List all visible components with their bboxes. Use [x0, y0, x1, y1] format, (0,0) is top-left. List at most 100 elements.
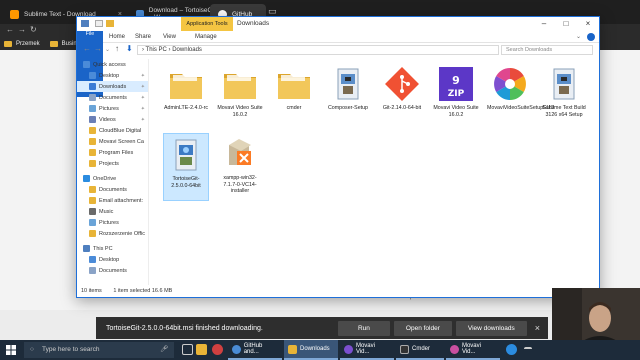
maximize-icon[interactable]: □ — [555, 17, 577, 31]
folder-icon — [4, 41, 12, 47]
back-icon[interactable]: ← — [83, 44, 91, 53]
nav-item[interactable]: Desktop ✦ — [77, 70, 148, 81]
up-icon[interactable]: ↑ — [115, 44, 119, 53]
file-name: TortoiseGit-2.5.0.0-64bit — [171, 176, 201, 189]
tray-chevron-icon[interactable] — [524, 347, 532, 353]
folder-icon — [89, 219, 96, 226]
taskbar-app-movavi-2[interactable]: Movavi Vid... — [446, 340, 500, 360]
presenter-video — [552, 288, 640, 344]
nav-item[interactable]: Program Files — [77, 147, 148, 158]
nav-item-label: Movavi Screen Ca — [99, 138, 144, 145]
pictures-icon — [89, 105, 96, 112]
nav-item-label: Documents — [99, 186, 127, 193]
sublime-icon — [10, 9, 19, 19]
movavi-icon — [450, 344, 459, 354]
ribbon-collapse-icon[interactable]: ⌄ — [576, 31, 581, 43]
taskbar-app-downloads[interactable]: Downloads — [284, 340, 338, 360]
nav-item[interactable]: Documents ✦ — [77, 92, 148, 103]
run-button[interactable]: Run — [337, 320, 390, 336]
open-folder-button[interactable]: Open folder — [393, 320, 452, 336]
task-view-icon[interactable] — [182, 344, 193, 355]
reload-icon[interactable]: ↻ — [30, 25, 37, 34]
webcam-overlay — [552, 288, 640, 344]
file-item[interactable]: 9 ZIP Movavi Video Suite 16.0.2 — [433, 63, 479, 129]
nav-item[interactable]: Desktop — [77, 254, 148, 265]
folder-icon — [89, 160, 96, 167]
pin-icon[interactable]: ✦ — [141, 95, 145, 101]
nav-item-label: Downloads — [99, 83, 127, 90]
nav-item[interactable]: CloudBlue Digital — [77, 125, 148, 136]
nav-item[interactable]: Rozszerzenie Offic — [77, 228, 148, 239]
help-icon[interactable] — [587, 33, 595, 41]
help-icon[interactable] — [506, 344, 517, 355]
taskbar-app-github[interactable]: GitHub and... — [228, 340, 282, 360]
nav-item[interactable]: Projects — [77, 158, 148, 169]
svg-text:ZIP: ZIP — [448, 89, 465, 99]
nav-item[interactable]: Pictures ✦ — [77, 103, 148, 114]
search-input[interactable]: Search Downloads — [501, 45, 593, 55]
ribbon: File Home Share View Manage ⌄ — [77, 31, 599, 97]
bookmark-przemek[interactable]: Przemek — [16, 41, 40, 47]
file-item[interactable]: Git-2.14.0-64-bit — [379, 63, 425, 129]
nav-item[interactable]: Quick access — [77, 59, 148, 70]
file-name: Composer-Setup — [327, 105, 369, 111]
file-item[interactable]: Composer-Setup — [325, 63, 371, 129]
customize-qa-icon[interactable] — [116, 20, 120, 27]
microphone-icon[interactable]: 🎤︎ — [160, 342, 168, 358]
file-item[interactable]: Sublime Text Build 3126 x64 Setup — [541, 63, 587, 129]
file-item[interactable]: MovaviVideoSuiteSetupEUU — [487, 63, 554, 129]
recent-locations-icon[interactable]: ⌄ — [105, 46, 110, 53]
nav-item[interactable]: OneDrive — [77, 173, 148, 184]
nav-item-label: Desktop — [99, 256, 120, 263]
tab-home[interactable]: Home — [109, 31, 125, 43]
taskbar-search[interactable]: ○ Type here to search 🎤︎ — [24, 342, 174, 358]
pin-icon[interactable]: ✦ — [141, 106, 145, 112]
terminal-icon — [400, 344, 409, 354]
tab-manage[interactable]: Manage — [195, 31, 217, 43]
chrome-icon[interactable] — [212, 344, 223, 355]
pin-icon[interactable]: ✦ — [141, 73, 145, 79]
forward-icon[interactable]: → — [18, 25, 26, 34]
nav-item[interactable]: This PC — [77, 243, 148, 254]
address-row: ← → ⌄ ↑ ⬇ › This PC › Downloads Search D… — [77, 43, 599, 57]
folder-icon — [89, 230, 96, 237]
file-name: cmder — [286, 105, 302, 111]
back-icon[interactable]: ← — [6, 25, 14, 34]
address-bar[interactable]: › This PC › Downloads — [137, 45, 499, 55]
forward-icon[interactable]: → — [94, 44, 102, 53]
new-folder-icon[interactable] — [106, 20, 114, 27]
nav-item[interactable]: Movavi Screen Ca — [77, 136, 148, 147]
file-item[interactable]: Movavi Video Suite 16.0.2 — [217, 63, 263, 129]
file-item[interactable]: TortoiseGit-2.5.0.0-64bit — [163, 133, 209, 201]
windows-start-icon[interactable] — [6, 345, 16, 355]
nav-item[interactable]: Pictures — [77, 217, 148, 228]
minimize-icon[interactable]: – — [533, 17, 555, 31]
tab-view[interactable]: View — [163, 31, 176, 43]
nav-item-label: Videos — [99, 116, 116, 123]
file-item[interactable]: AdminLTE-2.4.0-rc — [163, 63, 209, 129]
pin-icon[interactable]: ✦ — [141, 84, 145, 90]
nav-item[interactable]: Downloads ✦ — [77, 81, 148, 92]
desktop-icon — [89, 256, 96, 263]
file-explorer-icon[interactable] — [196, 344, 207, 355]
application-tools-tab[interactable]: Application Tools — [181, 17, 233, 31]
taskbar-app-cmder[interactable]: Cmder — [396, 340, 444, 360]
close-icon[interactable]: × — [535, 323, 540, 333]
nav-item-label: Music — [99, 208, 114, 215]
nav-item[interactable]: Documents — [77, 265, 148, 276]
nav-item[interactable]: Email attachment: — [77, 195, 148, 206]
nav-item[interactable]: Music — [77, 206, 148, 217]
nav-item[interactable]: Documents — [77, 184, 148, 195]
tab-share[interactable]: Share — [135, 31, 151, 43]
view-downloads-button[interactable]: View downloads — [455, 320, 527, 336]
file-item[interactable]: xampp-win32-7.1.7-0-VC14-installer — [217, 133, 263, 199]
search-icon: ○ — [30, 346, 34, 353]
taskbar-app-movavi[interactable]: Movavi Vid... — [340, 340, 394, 360]
properties-icon[interactable] — [95, 20, 103, 27]
nav-item[interactable]: Videos ✦ — [77, 114, 148, 125]
close-icon[interactable]: × — [577, 17, 599, 31]
file-item[interactable]: cmder — [271, 63, 317, 129]
file-explorer-window: Application Tools Downloads – □ × File H… — [76, 16, 600, 298]
pin-icon[interactable]: ✦ — [141, 117, 145, 123]
zip-icon: 9 ZIP — [437, 65, 475, 103]
